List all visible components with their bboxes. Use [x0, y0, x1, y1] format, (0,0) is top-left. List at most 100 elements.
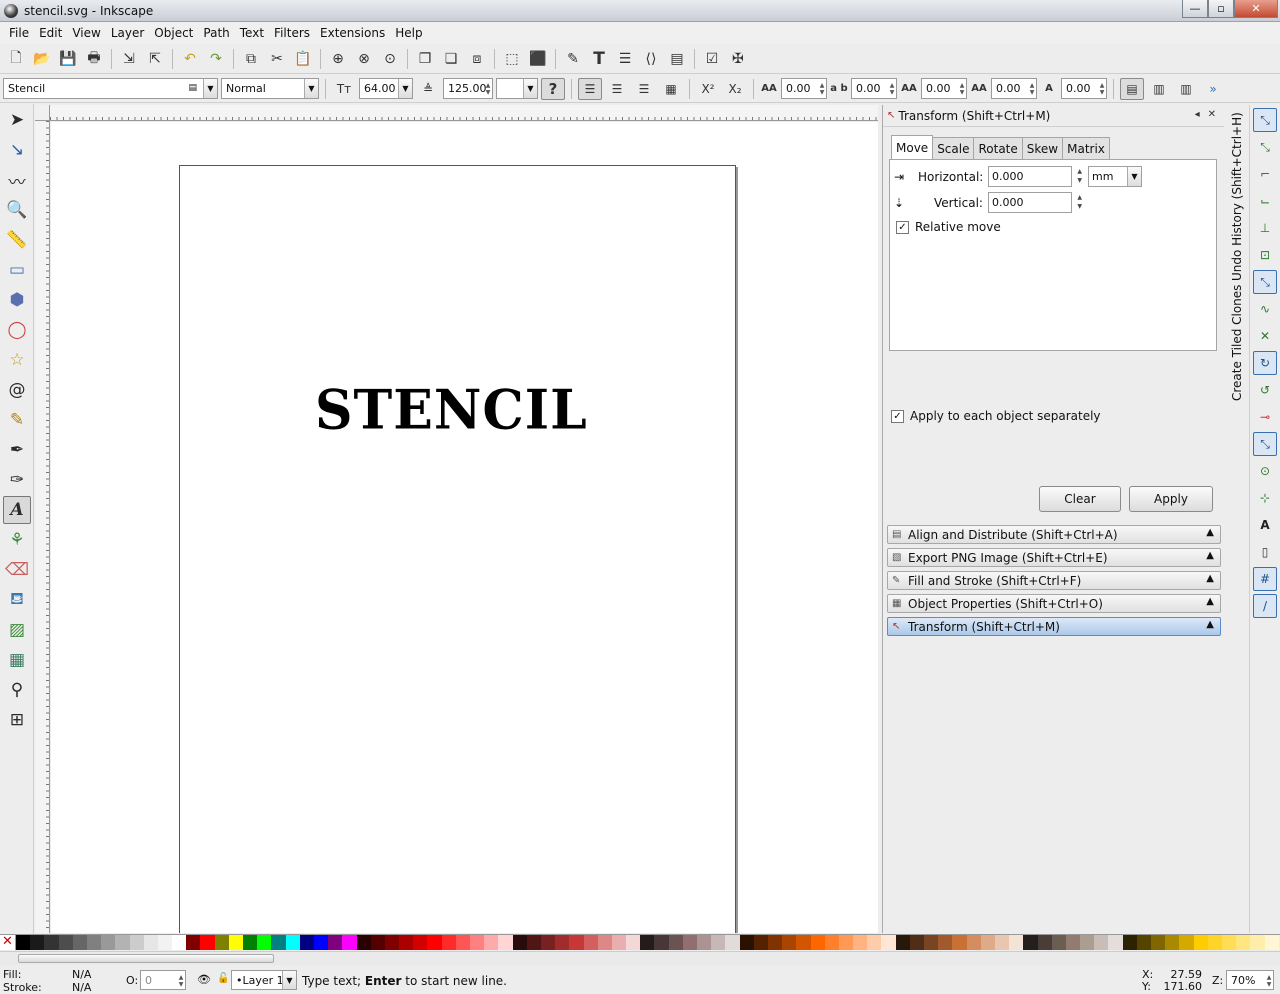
tab-skew[interactable]: Skew: [1021, 137, 1064, 159]
horizontal-ruler[interactable]: [50, 105, 878, 121]
new-document-icon[interactable]: 🗋: [4, 47, 28, 71]
preferences-icon[interactable]: ✠: [726, 47, 750, 71]
snap-grid-icon[interactable]: #: [1253, 567, 1277, 591]
apply-button[interactable]: Apply: [1129, 486, 1213, 512]
rectangle-tool-icon[interactable]: ▭: [3, 256, 31, 284]
ungroup-icon[interactable]: ⬛: [526, 47, 550, 71]
tab-rotate[interactable]: Rotate: [973, 137, 1023, 159]
color-swatch[interactable]: [16, 935, 31, 950]
justify-icon[interactable]: ▦: [659, 78, 683, 100]
color-swatch[interactable]: [44, 935, 59, 950]
export-icon[interactable]: ⇱: [143, 47, 167, 71]
color-swatch[interactable]: [58, 935, 73, 950]
spin-icon[interactable]: ▲ ▼: [1098, 79, 1106, 98]
canvas-text-object[interactable]: STENCIL: [315, 379, 588, 442]
spin-icon[interactable]: ▲ ▼: [1265, 971, 1273, 990]
color-swatch[interactable]: [427, 935, 442, 950]
save-icon[interactable]: 💾: [56, 47, 80, 71]
panel-export-png[interactable]: ▧ Export PNG Image (Shift+Ctrl+E) ▲: [887, 548, 1221, 567]
color-swatch[interactable]: [526, 935, 541, 950]
relative-move-checkbox[interactable]: ✓: [896, 220, 909, 234]
unit-select[interactable]: mm ▼: [1088, 166, 1142, 187]
clone-icon[interactable]: ❏: [439, 47, 463, 71]
vertical-text-icon[interactable]: ▥: [1147, 78, 1171, 100]
iconify-icon[interactable]: ◂: [1195, 109, 1200, 120]
snap-path-intersection-icon[interactable]: ✕: [1253, 324, 1277, 348]
align-center-icon[interactable]: ☰: [605, 78, 629, 100]
chevron-down-icon[interactable]: ▼: [304, 79, 318, 98]
color-swatch[interactable]: [654, 935, 669, 950]
color-swatch[interactable]: [697, 935, 712, 950]
snap-bbox-midpoint-icon[interactable]: ⊥: [1253, 216, 1277, 240]
align-right-icon[interactable]: ☰: [632, 78, 656, 100]
connector-tool-icon[interactable]: ⊞: [3, 706, 31, 734]
snap-cusp-nodes-icon[interactable]: ↻: [1253, 351, 1277, 375]
menu-view[interactable]: View: [67, 26, 105, 40]
align-distribute-icon[interactable]: ▤: [665, 47, 689, 71]
color-swatch[interactable]: [498, 935, 513, 950]
no-paint-swatch[interactable]: ✕: [0, 935, 16, 950]
color-swatch[interactable]: [1080, 935, 1095, 950]
color-swatch[interactable]: [767, 935, 783, 950]
clear-button[interactable]: Clear: [1039, 486, 1121, 512]
color-swatch[interactable]: [682, 935, 697, 950]
color-swatch[interactable]: [356, 935, 371, 950]
color-swatch[interactable]: [739, 935, 754, 950]
spin-icon[interactable]: ▲ ▼: [958, 79, 966, 98]
color-swatch[interactable]: [399, 935, 414, 950]
color-swatch[interactable]: [782, 935, 797, 950]
color-swatch[interactable]: [1136, 935, 1151, 950]
fill-value[interactable]: N/A: [72, 968, 91, 981]
copy-icon[interactable]: ⧉: [239, 47, 263, 71]
color-swatch[interactable]: [30, 935, 45, 950]
gradient-tool-icon[interactable]: ▨: [3, 616, 31, 644]
spiral-tool-icon[interactable]: @: [3, 376, 31, 404]
import-icon[interactable]: ⇲: [117, 47, 141, 71]
tiled-clones-tab[interactable]: Create Tiled Clones: [1228, 283, 1246, 401]
zoom-page-icon[interactable]: ⊙: [378, 47, 402, 71]
snap-bbox-edge-icon[interactable]: ⌐: [1253, 162, 1277, 186]
menu-layer[interactable]: Layer: [106, 26, 149, 40]
menu-help[interactable]: Help: [390, 26, 427, 40]
xml-editor-icon[interactable]: ⟨⟩: [639, 47, 663, 71]
color-swatch[interactable]: [881, 935, 896, 950]
color-swatch[interactable]: [909, 935, 924, 950]
spin-icon[interactable]: ▲ ▼: [1077, 193, 1082, 211]
color-swatch[interactable]: [1051, 935, 1066, 950]
dropper-tool-icon[interactable]: ⚲: [3, 676, 31, 704]
color-swatch[interactable]: [243, 935, 258, 950]
color-swatch[interactable]: [1179, 935, 1194, 950]
layer-visibility-icon[interactable]: 👁: [197, 973, 211, 986]
letter-spacing-field[interactable]: 0.00 ▲ ▼: [781, 78, 827, 99]
snap-nodes-icon[interactable]: ⤡: [1253, 270, 1277, 294]
pen-tool-icon[interactable]: ✒: [3, 436, 31, 464]
scroll-thumb[interactable]: [18, 954, 274, 963]
color-swatch[interactable]: [725, 935, 740, 950]
color-swatch[interactable]: [1236, 935, 1251, 950]
align-left-icon[interactable]: ☰: [578, 77, 602, 100]
snap-smooth-nodes-icon[interactable]: ↺: [1253, 378, 1277, 402]
spray-tool-icon[interactable]: ⚘: [3, 526, 31, 554]
color-swatch[interactable]: [938, 935, 953, 950]
color-swatch[interactable]: [569, 935, 584, 950]
panel-align-distribute[interactable]: ▤ Align and Distribute (Shift+Ctrl+A) ▲: [887, 525, 1221, 544]
color-swatch[interactable]: [455, 935, 470, 950]
snap-page-border-icon[interactable]: ▯: [1253, 540, 1277, 564]
more-icon[interactable]: »: [1201, 78, 1225, 100]
color-swatch[interactable]: [370, 935, 385, 950]
font-family-combo[interactable]: Stencil ▤ ▼: [3, 78, 218, 99]
chevron-down-icon[interactable]: ▼: [282, 971, 296, 989]
menu-text[interactable]: Text: [235, 26, 269, 40]
menu-filters[interactable]: Filters: [269, 26, 315, 40]
menu-path[interactable]: Path: [198, 26, 234, 40]
pencil-tool-icon[interactable]: ✎: [3, 406, 31, 434]
panel-object-properties[interactable]: ▦ Object Properties (Shift+Ctrl+O) ▲: [887, 594, 1221, 613]
spin-icon[interactable]: ▲ ▼: [484, 79, 492, 98]
text-tool-icon[interactable]: A: [3, 496, 31, 524]
color-swatch[interactable]: [611, 935, 627, 950]
zoom-selection-icon[interactable]: ⊕: [326, 47, 350, 71]
color-swatch[interactable]: [86, 935, 102, 950]
color-swatch[interactable]: [299, 935, 314, 950]
color-swatch[interactable]: [640, 935, 655, 950]
color-swatch[interactable]: [1193, 935, 1208, 950]
